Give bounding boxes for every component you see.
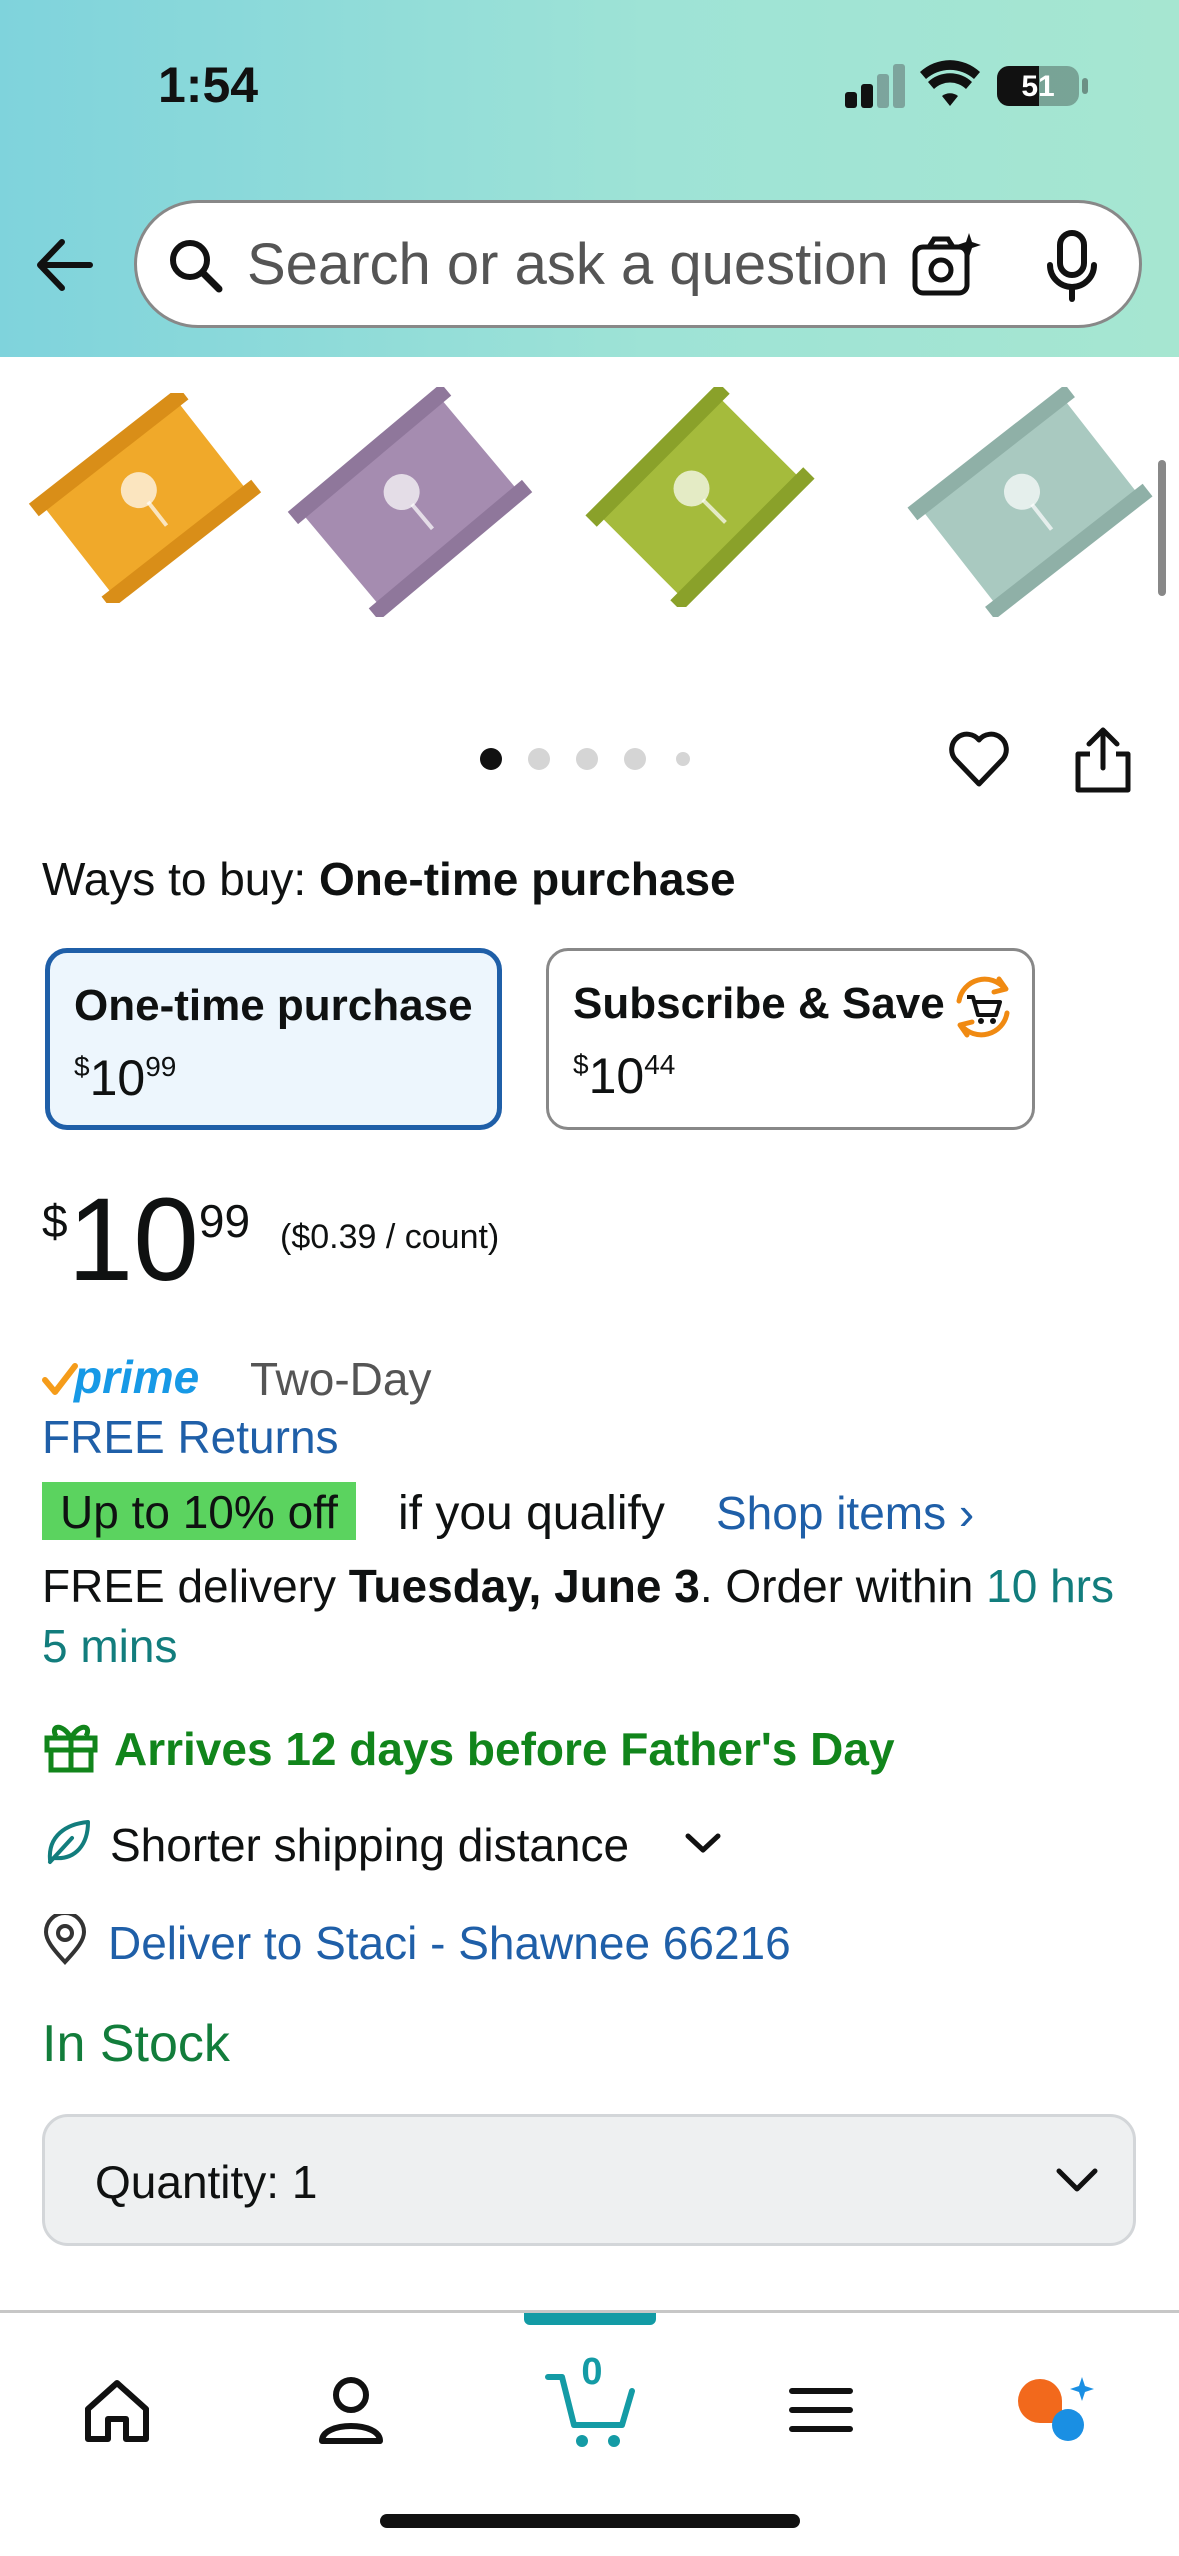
carousel-dot[interactable]: [624, 748, 646, 770]
one-time-purchase-option[interactable]: One-time purchase $1099: [45, 948, 502, 1130]
search-icon: [170, 240, 223, 293]
option-title: Subscribe & Save: [573, 979, 945, 1028]
prime-check-icon: [42, 1363, 78, 1395]
gift-icon: [44, 1724, 98, 1773]
product-image-1[interactable]: [20, 393, 270, 603]
cart-count: 0: [581, 2351, 603, 2393]
shipping-distance-text: Shorter shipping distance: [110, 1819, 630, 1871]
option-title: One-time purchase: [74, 981, 473, 1030]
cart-button[interactable]: 0: [542, 2343, 642, 2453]
stock-status: In Stock: [42, 2015, 230, 2073]
delivery-info: FREE delivery Tuesday, June 3. Order wit…: [42, 1556, 1132, 1676]
battery-percent: 51: [1021, 70, 1055, 103]
carousel-dot[interactable]: [528, 748, 550, 770]
scrollbar[interactable]: [1158, 460, 1166, 596]
home-indicator[interactable]: [380, 2514, 800, 2528]
product-image-carousel[interactable]: [0, 357, 1179, 687]
product-image-2[interactable]: [280, 387, 540, 617]
chevron-down-icon[interactable]: [682, 1824, 724, 1864]
option-price: $1044: [573, 1048, 676, 1104]
share-icon[interactable]: [1070, 724, 1136, 796]
battery-icon: 51: [997, 66, 1079, 106]
prime-speed: Two-Day: [250, 1353, 432, 1405]
product-image-3[interactable]: [580, 387, 820, 607]
promo-row: Up to 10% off if you qualify Shop items …: [42, 1482, 1162, 1542]
fathers-day-text: Arrives 12 days before Father's Day: [114, 1723, 895, 1775]
cellular-signal-icon: [845, 60, 905, 108]
delivery-order-within: . Order within: [699, 1560, 974, 1612]
account-icon[interactable]: [306, 2365, 396, 2455]
ways-to-buy-label: Ways to buy:: [42, 853, 307, 905]
rufus-assistant-icon[interactable]: [1010, 2365, 1100, 2455]
prime-logo: prime: [74, 1351, 200, 1403]
free-returns-link[interactable]: FREE Returns: [42, 1410, 339, 1464]
quantity-label: Quantity: 1: [95, 2156, 318, 2208]
promo-text: if you qualify: [398, 1487, 665, 1540]
header: 1:54 51: [0, 0, 1179, 357]
subscribe-cart-icon: [956, 976, 1010, 1038]
battery-cap: [1082, 78, 1088, 94]
camera-search-icon[interactable]: [911, 231, 983, 301]
search-input[interactable]: [247, 203, 947, 325]
microphone-icon[interactable]: [1042, 229, 1102, 305]
carousel-dot[interactable]: [480, 748, 502, 770]
product-image-4[interactable]: [900, 387, 1160, 617]
promo-badge: Up to 10% off: [42, 1482, 356, 1540]
unit-price: ($0.39 / count): [280, 1218, 500, 1256]
menu-icon[interactable]: [776, 2365, 866, 2455]
active-tab-indicator: [524, 2313, 656, 2325]
home-icon[interactable]: [72, 2365, 162, 2455]
location-pin-icon: [43, 1914, 87, 1965]
product-price: $1099: [42, 1174, 251, 1306]
carousel-dot[interactable]: [676, 752, 690, 766]
delivery-prefix: FREE delivery: [42, 1560, 336, 1612]
leaf-icon: [47, 1820, 90, 1864]
delivery-date: Tuesday, June 3: [348, 1560, 700, 1612]
carousel-dot[interactable]: [576, 748, 598, 770]
status-time: 1:54: [158, 57, 259, 113]
subscribe-save-option[interactable]: Subscribe & Save $1044: [546, 948, 1035, 1130]
ways-to-buy-selected: One-time purchase: [318, 853, 736, 905]
quantity-selector[interactable]: Quantity: 1: [42, 2114, 1136, 2246]
search-bar[interactable]: [134, 200, 1142, 328]
back-arrow-icon[interactable]: [30, 228, 104, 302]
deliver-to-link[interactable]: Deliver to Staci - Shawnee 66216: [108, 1916, 791, 1970]
wifi-icon: [920, 60, 980, 106]
option-price: $1099: [74, 1050, 177, 1106]
chevron-down-icon: [1056, 2168, 1098, 2192]
ways-to-buy: Ways to buy: One-time purchase: [42, 852, 736, 906]
shop-items-link[interactable]: Shop items ›: [716, 1486, 974, 1540]
heart-icon[interactable]: [946, 726, 1012, 792]
